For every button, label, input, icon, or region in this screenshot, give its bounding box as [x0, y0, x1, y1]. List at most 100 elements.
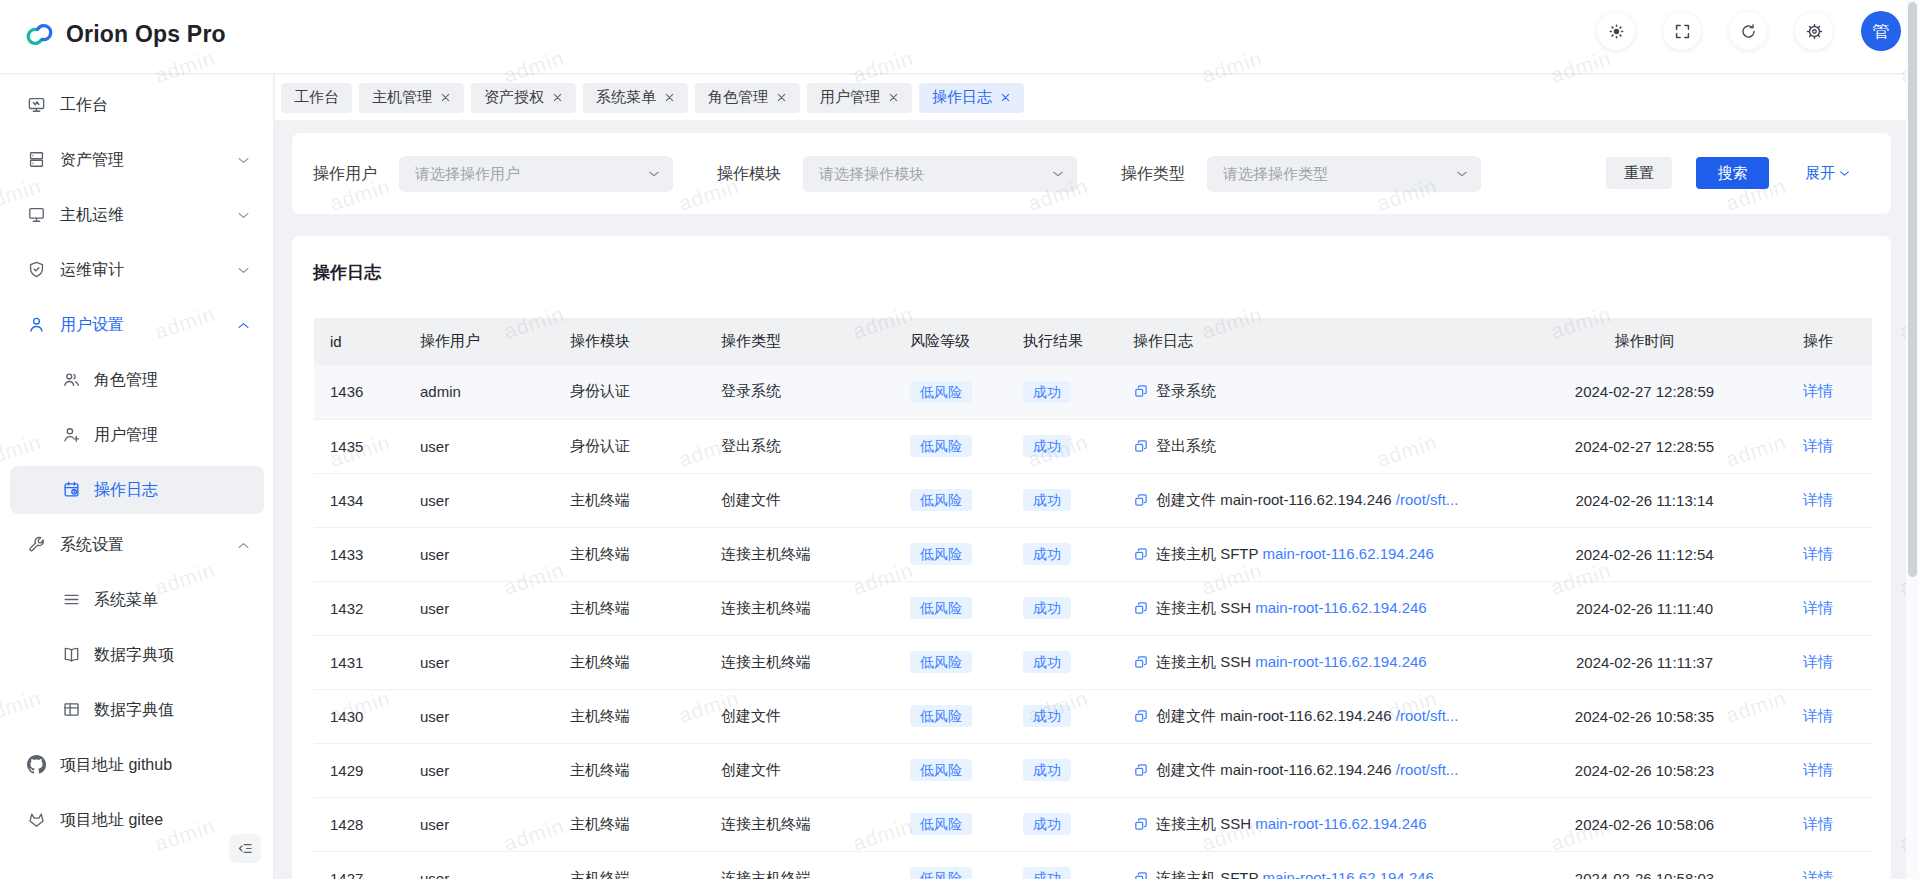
close-icon[interactable]	[1000, 92, 1011, 103]
copy-icon[interactable]	[1133, 871, 1148, 879]
detail-link[interactable]: 详情	[1803, 437, 1833, 454]
page-scrollbar[interactable]	[1906, 0, 1919, 879]
cell-action: 详情	[1787, 851, 1872, 879]
sidebar-item-user-add[interactable]: 用户管理	[0, 408, 274, 462]
copy-icon[interactable]	[1133, 763, 1148, 778]
tab-主机管理[interactable]: 主机管理	[359, 83, 464, 113]
sidebar-item-audit[interactable]: 运维审计	[0, 243, 274, 297]
reset-button[interactable]: 重置	[1606, 157, 1672, 189]
result-badge: 成功	[1023, 759, 1071, 781]
close-icon[interactable]	[888, 92, 899, 103]
log-link[interactable]: main-root-116.62.194.246	[1262, 869, 1434, 879]
copy-icon[interactable]	[1133, 655, 1148, 670]
tab-用户管理[interactable]: 用户管理	[807, 83, 912, 113]
theme-icon[interactable]	[1597, 12, 1635, 50]
refresh-icon[interactable]	[1729, 12, 1767, 50]
tab-操作日志[interactable]: 操作日志	[919, 83, 1024, 113]
cell-risk: 低风险	[894, 851, 1007, 879]
table-icon	[62, 700, 81, 719]
risk-badge: 低风险	[910, 597, 972, 619]
cell-action: 详情	[1787, 473, 1872, 527]
detail-link[interactable]: 详情	[1803, 653, 1833, 670]
tab-角色管理[interactable]: 角色管理	[695, 83, 800, 113]
sidebar-item-workbench[interactable]: 工作台	[0, 78, 274, 132]
copy-icon[interactable]	[1133, 709, 1148, 724]
copy-icon[interactable]	[1133, 601, 1148, 616]
cell-log: 创建文件 main-root-116.62.194.246 /root/sft.…	[1117, 473, 1502, 527]
copy-icon[interactable]	[1133, 817, 1148, 832]
detail-link[interactable]: 详情	[1803, 815, 1833, 832]
cell-user: user	[404, 635, 554, 689]
cell-risk: 低风险	[894, 473, 1007, 527]
close-icon[interactable]	[776, 92, 787, 103]
log-link[interactable]: main-root-116.62.194.246	[1255, 653, 1427, 670]
cell-log: 连接主机 SSH main-root-116.62.194.246	[1117, 635, 1502, 689]
filter-label: 操作模块	[717, 164, 781, 185]
sidebar-item-assets[interactable]: 资产管理	[0, 133, 274, 187]
cell-id: 1436	[314, 365, 404, 419]
sidebar-item-github[interactable]: 项目地址 github	[0, 738, 274, 792]
log-link[interactable]: main-root-116.62.194.246	[1255, 599, 1427, 616]
cell-id: 1435	[314, 419, 404, 473]
detail-link[interactable]: 详情	[1803, 761, 1833, 778]
sidebar-item-host[interactable]: 主机运维	[0, 188, 274, 242]
user-avatar[interactable]: 管	[1861, 11, 1901, 51]
detail-link[interactable]: 详情	[1803, 599, 1833, 616]
sidebar-item-log[interactable]: 操作日志	[0, 463, 274, 517]
cell-risk: 低风险	[894, 635, 1007, 689]
tab-资产授权[interactable]: 资产授权	[471, 83, 576, 113]
fullscreen-icon[interactable]	[1663, 12, 1701, 50]
close-icon[interactable]	[440, 92, 451, 103]
filter-select-1[interactable]: 请选择操作模块	[803, 156, 1077, 192]
detail-link[interactable]: 详情	[1803, 869, 1833, 879]
cell-log: 连接主机 SSH main-root-116.62.194.246	[1117, 797, 1502, 851]
close-icon[interactable]	[552, 92, 563, 103]
sidebar-item-menu-lines[interactable]: 系统菜单	[0, 573, 274, 627]
copy-icon[interactable]	[1133, 439, 1148, 454]
sidebar-item-roles[interactable]: 角色管理	[0, 353, 274, 407]
chevron-down-icon	[236, 153, 251, 168]
close-icon[interactable]	[664, 92, 675, 103]
tab-工作台[interactable]: 工作台	[281, 83, 352, 113]
detail-link[interactable]: 详情	[1803, 491, 1833, 508]
filter-select-0[interactable]: 请选择操作用户	[399, 156, 673, 192]
settings-icon[interactable]	[1795, 12, 1833, 50]
copy-icon[interactable]	[1133, 493, 1148, 508]
cell-action: 详情	[1787, 797, 1872, 851]
cell-user: user	[404, 473, 554, 527]
copy-icon[interactable]	[1133, 384, 1148, 399]
cell-action: 详情	[1787, 581, 1872, 635]
sidebar-item-wrench[interactable]: 系统设置	[0, 518, 274, 572]
risk-badge: 低风险	[910, 435, 972, 457]
detail-link[interactable]: 详情	[1803, 545, 1833, 562]
result-badge: 成功	[1023, 435, 1071, 457]
detail-link[interactable]: 详情	[1803, 382, 1833, 399]
log-link[interactable]: main-root-116.62.194.246	[1255, 815, 1427, 832]
cell-user: user	[404, 689, 554, 743]
sidebar-item-user[interactable]: 用户设置	[0, 298, 274, 352]
table-row: 1430user主机终端创建文件低风险成功创建文件 main-root-116.…	[314, 689, 1872, 743]
copy-icon[interactable]	[1133, 547, 1148, 562]
cell-result: 成功	[1007, 419, 1117, 473]
cell-risk: 低风险	[894, 581, 1007, 635]
filter-select-2[interactable]: 请选择操作类型	[1207, 156, 1481, 192]
log-link[interactable]: /root/sft...	[1396, 491, 1459, 508]
scrollbar-thumb[interactable]	[1908, 2, 1917, 577]
cell-type: 创建文件	[705, 689, 894, 743]
detail-link[interactable]: 详情	[1803, 707, 1833, 724]
expand-toggle[interactable]: 展开	[1805, 164, 1851, 183]
assets-icon	[27, 150, 46, 169]
log-link[interactable]: main-root-116.62.194.246	[1262, 545, 1434, 562]
risk-badge: 低风险	[910, 381, 972, 403]
result-badge: 成功	[1023, 867, 1071, 879]
sidebar-item-table[interactable]: 数据字典值	[0, 683, 274, 737]
column-header: 操作模块	[554, 318, 705, 365]
sidebar-collapse-button[interactable]	[229, 834, 261, 863]
cell-time: 2024-02-26 11:12:54	[1502, 527, 1787, 581]
search-button[interactable]: 搜索	[1696, 157, 1769, 189]
tab-系统菜单[interactable]: 系统菜单	[583, 83, 688, 113]
log-link[interactable]: /root/sft...	[1396, 707, 1459, 724]
log-link[interactable]: /root/sft...	[1396, 761, 1459, 778]
sidebar-item-book[interactable]: 数据字典项	[0, 628, 274, 682]
table-row: 1436admin身份认证登录系统低风险成功登录系统2024-02-27 12:…	[314, 365, 1872, 419]
